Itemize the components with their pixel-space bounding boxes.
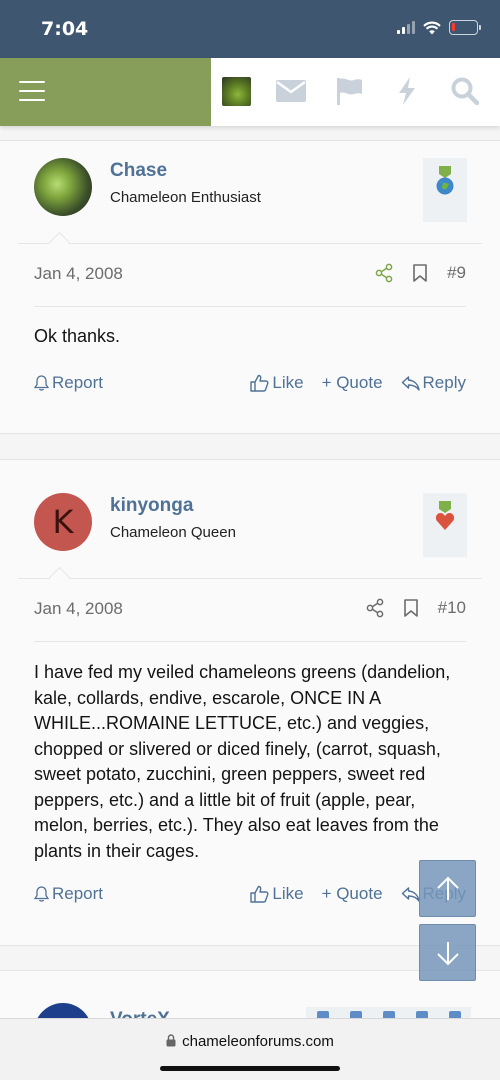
quote-label: + Quote xyxy=(321,373,383,392)
thumbs-up-icon xyxy=(250,374,269,392)
post-username[interactable]: kinyonga xyxy=(110,495,193,517)
menu-icon[interactable] xyxy=(19,81,45,101)
globe-medal-icon xyxy=(436,166,454,195)
reply-icon xyxy=(401,887,420,902)
status-time: 7:04 xyxy=(41,18,89,40)
like-label: Like xyxy=(272,373,304,392)
reply-icon xyxy=(401,376,420,391)
quote-button[interactable]: + Quote xyxy=(322,884,383,904)
lock-icon xyxy=(166,1034,176,1047)
url-text: chameleonforums.com xyxy=(182,1033,334,1050)
avatar[interactable] xyxy=(34,158,92,216)
report-label: Report xyxy=(52,884,104,903)
quote-label: + Quote xyxy=(321,884,383,903)
share-icon[interactable] xyxy=(375,263,393,283)
user-title: Chameleon Enthusiast xyxy=(110,189,261,206)
user-title: Chameleon Queen xyxy=(110,524,236,541)
trophy-box[interactable] xyxy=(423,158,467,222)
reply-button[interactable]: Reply xyxy=(401,373,466,393)
report-label: Report xyxy=(52,373,104,392)
scroll-down-button[interactable] xyxy=(419,924,476,981)
meta-divider xyxy=(34,641,466,642)
quote-button[interactable]: + Quote xyxy=(322,373,383,393)
battery-icon xyxy=(449,20,481,35)
post-number[interactable]: #9 xyxy=(447,263,466,283)
user-divider xyxy=(18,243,482,244)
report-button[interactable]: Report xyxy=(34,884,103,904)
user-avatar[interactable] xyxy=(222,76,251,106)
bookmark-icon[interactable] xyxy=(403,599,418,617)
url-display[interactable]: chameleonforums.com xyxy=(0,1033,500,1050)
post-footer: Report Like + Quote Reply xyxy=(34,373,466,393)
bookmark-icon[interactable] xyxy=(413,264,427,282)
status-icons xyxy=(397,20,481,35)
post-username[interactable]: Chase xyxy=(110,160,167,182)
arrow-up-icon xyxy=(436,876,459,900)
battery-level xyxy=(452,23,455,31)
post-footer: Report Like + Quote Reply xyxy=(34,884,466,904)
status-bar: 7:04 xyxy=(0,0,500,58)
like-button[interactable]: Like xyxy=(250,884,304,904)
envelope-icon[interactable] xyxy=(276,76,306,106)
reply-label: Reply xyxy=(422,373,466,392)
flag-icon[interactable] xyxy=(334,76,364,106)
footer-actions: Like + Quote Reply xyxy=(250,373,466,393)
nav-menu-area xyxy=(0,58,211,126)
meta-divider xyxy=(34,306,466,307)
bolt-icon[interactable] xyxy=(392,76,422,106)
bell-icon xyxy=(34,375,49,391)
like-button[interactable]: Like xyxy=(250,373,304,393)
home-indicator[interactable] xyxy=(160,1066,340,1071)
arrow-down-icon xyxy=(436,941,459,965)
heart-medal-icon xyxy=(435,501,455,530)
post-item: Chase Chameleon Enthusiast Jan 4, 2008 #… xyxy=(0,140,500,434)
post-body: Ok thanks. xyxy=(34,326,121,346)
like-label: Like xyxy=(272,884,304,903)
user-divider xyxy=(18,578,482,579)
share-icon[interactable] xyxy=(366,598,384,618)
trophy-box[interactable] xyxy=(423,493,467,557)
browser-url-bar[interactable]: chameleonforums.com xyxy=(0,1018,500,1080)
wifi-icon xyxy=(423,21,441,34)
post-meta-actions: #9 xyxy=(375,263,466,283)
navbar xyxy=(0,58,500,126)
scroll-up-button[interactable] xyxy=(419,860,476,917)
post-body: I have fed my veiled chameleons greens (… xyxy=(34,662,451,861)
avatar[interactable]: K xyxy=(34,493,92,551)
search-icon[interactable] xyxy=(450,76,480,106)
signal-icon xyxy=(397,21,415,34)
nav-icons xyxy=(222,76,500,106)
bell-icon xyxy=(34,886,49,902)
thumbs-up-icon xyxy=(250,885,269,903)
post-date[interactable]: Jan 4, 2008 xyxy=(34,599,123,619)
report-button[interactable]: Report xyxy=(34,373,103,393)
post-number[interactable]: #10 xyxy=(438,598,466,618)
post-date[interactable]: Jan 4, 2008 xyxy=(34,264,123,284)
post-meta-actions: #10 xyxy=(366,598,466,618)
